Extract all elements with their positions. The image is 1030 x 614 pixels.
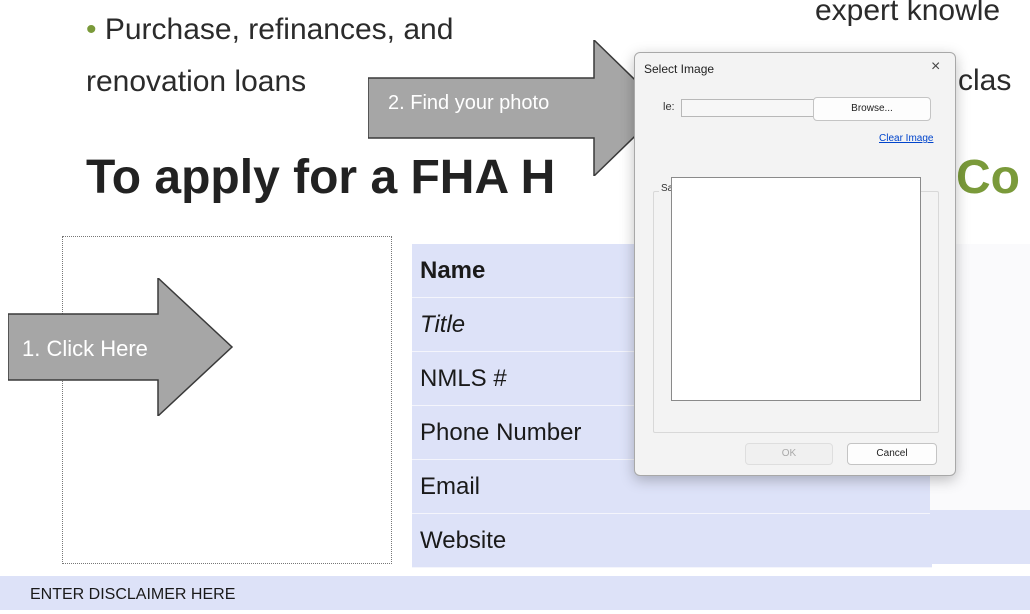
- right-panel-bottom: [930, 510, 1030, 564]
- file-label: le:: [663, 101, 675, 113]
- file-path-input[interactable]: [681, 99, 827, 117]
- page-heading-right: Co: [956, 151, 1020, 204]
- cancel-button[interactable]: Cancel: [847, 443, 937, 465]
- clear-image-link[interactable]: Clear Image: [879, 133, 933, 144]
- step-1-label: 1. Click Here: [22, 336, 148, 361]
- info-row-website[interactable]: Website: [412, 514, 932, 568]
- browse-button[interactable]: Browse...: [813, 97, 931, 121]
- dialog-title: Select Image: [644, 62, 715, 76]
- sample-preview: [671, 177, 921, 401]
- disclaimer[interactable]: ENTER DISCLAIMER HERE: [0, 576, 1030, 610]
- right-text-2: clas: [958, 64, 1012, 97]
- bullet-mark: •: [86, 13, 97, 46]
- bullet-line-2: renovation loans: [86, 65, 307, 98]
- ok-button[interactable]: OK: [745, 443, 833, 465]
- close-icon[interactable]: ×: [931, 58, 940, 76]
- select-image-dialog: Select Image × le: Browse... Clear Image…: [634, 52, 956, 476]
- right-text-1: expert knowle: [815, 0, 1001, 27]
- step-2-label: 2. Find your photo: [388, 92, 550, 114]
